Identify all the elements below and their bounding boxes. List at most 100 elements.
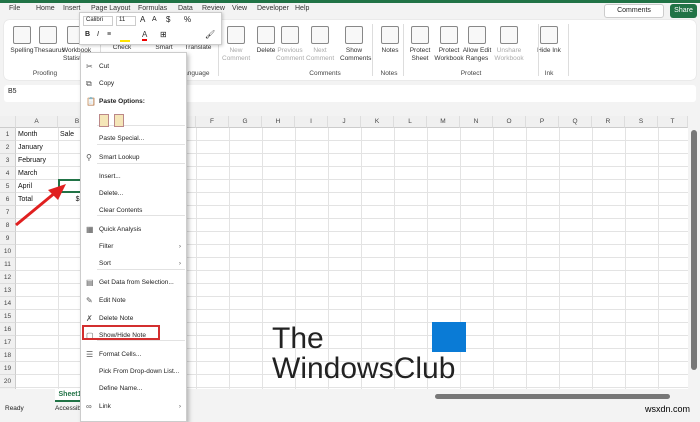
ribbon-button-show-comments[interactable]: Show Comments xyxy=(340,26,371,63)
column-header-L[interactable]: L xyxy=(394,116,427,128)
fill-color-icon[interactable] xyxy=(120,40,130,42)
column-header-Q[interactable]: Q xyxy=(559,116,592,128)
menu-item-copy[interactable]: ⧉ Copy xyxy=(81,76,186,92)
column-header-T[interactable]: T xyxy=(658,116,688,128)
row-header-10[interactable]: 10 xyxy=(0,245,16,258)
cell-month[interactable]: February xyxy=(18,154,46,167)
menu-item-quick-analysis[interactable]: ▦ Quick Analysis xyxy=(81,222,186,238)
percent-icon[interactable]: % xyxy=(184,15,191,24)
italic-icon[interactable]: I xyxy=(97,31,99,38)
row-header-15[interactable]: 15 xyxy=(0,310,16,323)
menu-item-clear-contents[interactable]: Clear Contents xyxy=(81,203,186,219)
row-header-3[interactable]: 3 xyxy=(0,154,16,167)
horizontal-scroll-thumb[interactable] xyxy=(435,394,670,399)
ribbon-button-unshare-workbook[interactable]: Unshare Workbook xyxy=(494,26,524,63)
tab-view[interactable]: View xyxy=(232,5,247,12)
column-header-I[interactable]: I xyxy=(295,116,328,128)
ribbon-button-spelling[interactable]: Spelling xyxy=(8,26,36,55)
column-header-R[interactable]: R xyxy=(592,116,625,128)
row-header-4[interactable]: 4 xyxy=(0,167,16,180)
row-header-2[interactable]: 2 xyxy=(0,141,16,154)
font-size-select[interactable]: 11 xyxy=(116,16,136,26)
column-header-F[interactable]: F xyxy=(196,116,229,128)
column-header-K[interactable]: K xyxy=(361,116,394,128)
menu-item-format-cells[interactable]: ☰ Format Cells... xyxy=(81,347,186,363)
column-header-N[interactable]: N xyxy=(460,116,493,128)
column-header-A[interactable]: A xyxy=(16,116,58,128)
column-header-P[interactable]: P xyxy=(526,116,559,128)
row-header-13[interactable]: 13 xyxy=(0,284,16,297)
tab-help[interactable]: Help xyxy=(295,5,309,12)
ribbon-button-translate[interactable]: Translate xyxy=(184,44,212,52)
tab-formulas[interactable]: Formulas xyxy=(138,5,167,12)
menu-item-paste-special[interactable]: Paste Special... xyxy=(81,131,186,147)
font-color-icon[interactable]: A xyxy=(142,30,148,41)
ribbon-button-smart[interactable]: Smart xyxy=(150,44,178,52)
select-all-corner[interactable] xyxy=(0,116,16,128)
tab-insert[interactable]: Insert xyxy=(63,5,81,12)
font-name-select[interactable]: Calibri xyxy=(83,16,113,26)
ribbon-button-protect-workbook[interactable]: Protect Workbook xyxy=(434,26,464,63)
column-header-H[interactable]: H xyxy=(262,116,295,128)
row-header-16[interactable]: 16 xyxy=(0,323,16,336)
ribbon-button-thesaurus[interactable]: Thesaurus xyxy=(34,26,65,55)
tab-page-layout[interactable]: Page Layout xyxy=(91,5,130,12)
menu-item-insert[interactable]: Insert... xyxy=(81,169,186,185)
align-icon[interactable]: ≡ xyxy=(107,31,111,38)
row-header-14[interactable]: 14 xyxy=(0,297,16,310)
menu-item-cut[interactable]: ✂ Cut xyxy=(81,59,186,75)
menu-item-sort[interactable]: Sort › xyxy=(81,256,186,272)
vertical-scroll-thumb[interactable] xyxy=(691,130,697,370)
column-header-J[interactable]: J xyxy=(328,116,361,128)
ribbon-button-protect-sheet[interactable]: Protect Sheet xyxy=(406,26,434,63)
borders-icon[interactable]: ⊞ xyxy=(160,30,167,39)
column-header-O[interactable]: O xyxy=(493,116,526,128)
scissors-icon: ✂ xyxy=(86,62,93,71)
row-header-17[interactable]: 17 xyxy=(0,336,16,349)
currency-icon[interactable]: $ xyxy=(166,15,170,24)
column-header-S[interactable]: S xyxy=(625,116,658,128)
ribbon-button-new-comment[interactable]: New Comment xyxy=(222,26,250,63)
bold-icon[interactable]: B xyxy=(85,31,90,38)
cell-month[interactable]: March xyxy=(18,167,37,180)
ribbon-button-next-comment[interactable]: Next Comment xyxy=(306,26,334,63)
row-header-18[interactable]: 18 xyxy=(0,349,16,362)
tab-home[interactable]: Home xyxy=(36,5,55,12)
row-header-1[interactable]: 1 xyxy=(0,128,16,141)
ribbon-button-notes[interactable]: Notes xyxy=(376,26,404,55)
decrease-font-icon[interactable]: A xyxy=(152,16,157,23)
menu-item-define-name[interactable]: Define Name... xyxy=(81,381,186,397)
tab-developer[interactable]: Developer xyxy=(257,5,289,12)
row-header-19[interactable]: 19 xyxy=(0,362,16,375)
comments-button[interactable]: Comments xyxy=(604,4,664,18)
column-header-G[interactable]: G xyxy=(229,116,262,128)
row-header-11[interactable]: 11 xyxy=(0,258,16,271)
tab-data[interactable]: Data xyxy=(178,5,193,12)
menu-item-paste-options[interactable]: 📋 Paste Options: xyxy=(81,94,186,110)
menu-item-link[interactable]: ∞ Link › xyxy=(81,399,186,415)
row-header-9[interactable]: 9 xyxy=(0,232,16,245)
ribbon-button-allow-edit-ranges[interactable]: Allow Edit Ranges xyxy=(462,26,492,63)
menu-item-filter[interactable]: Filter › xyxy=(81,239,186,255)
row-header-20[interactable]: 20 xyxy=(0,375,16,388)
menu-item-paste-buttons[interactable] xyxy=(81,112,186,130)
cell-month[interactable]: January xyxy=(18,141,43,154)
format-painter-icon[interactable]: 🖌 xyxy=(205,30,215,39)
name-box[interactable]: B5 xyxy=(8,88,17,95)
ribbon-button-check[interactable]: Check xyxy=(108,44,136,52)
increase-font-icon[interactable]: A xyxy=(140,15,145,24)
ribbon-button-previous-comment[interactable]: Previous Comment xyxy=(276,26,304,63)
menu-item-pick-from-drop-down-list[interactable]: Pick From Drop-down List... xyxy=(81,364,186,380)
menu-item-edit-note[interactable]: ✎ Edit Note xyxy=(81,293,186,309)
menu-item-get-data-from-selection[interactable]: ▤ Get Data from Selection... xyxy=(81,275,186,291)
column-header-M[interactable]: M xyxy=(427,116,460,128)
menu-item-smart-lookup[interactable]: ⚲ Smart Lookup xyxy=(81,150,186,166)
tab-review[interactable]: Review xyxy=(202,5,225,12)
menu-item-delete[interactable]: Delete... xyxy=(81,186,186,202)
row-header-12[interactable]: 12 xyxy=(0,271,16,284)
paste-formats-icon[interactable] xyxy=(99,114,109,127)
tab-file[interactable]: File xyxy=(9,5,20,12)
share-button[interactable]: Share xyxy=(670,4,697,18)
cell-month[interactable]: Month xyxy=(18,128,37,141)
paste-values-icon[interactable] xyxy=(114,114,124,127)
